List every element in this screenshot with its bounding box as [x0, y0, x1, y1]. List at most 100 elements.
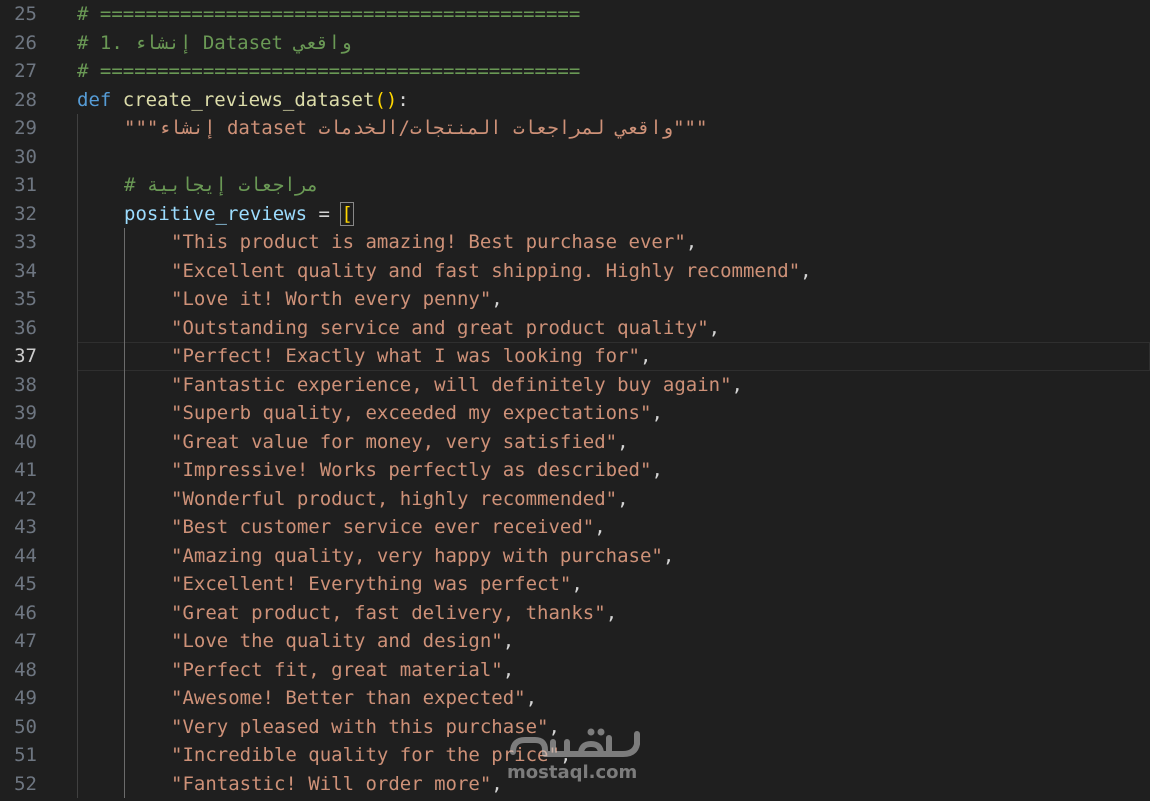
line-content[interactable]: # ======================================… [77, 57, 1150, 86]
code-line[interactable]: 38 "Fantastic experience, will definitely… [0, 370, 1150, 400]
indent-guide [77, 712, 78, 741]
code-line[interactable]: 46 "Great product, fast delivery, thanks"… [0, 598, 1150, 628]
code-line[interactable]: 43 "Best customer service ever received", [0, 513, 1150, 542]
line-content[interactable]: "Awesome! Better than expected", [77, 684, 1150, 713]
code-line[interactable]: 26 # 1. إنشاء Dataset واقعي [0, 29, 1150, 58]
token-string: "Very pleased with this purchase" [171, 715, 549, 738]
code-line[interactable]: 50 "Very pleased with this purchase", [0, 712, 1150, 741]
code-line[interactable]: 48 "Perfect fit, great material", [0, 655, 1150, 684]
line-content[interactable]: "Love it! Worth every penny", [77, 285, 1150, 314]
indent-guide [124, 399, 125, 428]
indent-guide [77, 741, 78, 770]
line-number: 31 [14, 174, 37, 196]
line-content[interactable]: "Best customer service ever received", [77, 513, 1150, 542]
code-text: # مراجعات إيجابية [124, 171, 318, 200]
line-content[interactable]: "Excellent quality and fast shipping. Hi… [77, 256, 1150, 285]
line-content[interactable]: "Incredible quality for the price", [77, 741, 1150, 770]
line-content[interactable]: # ======================================… [77, 0, 1150, 29]
line-content[interactable]: """إنشاء dataset واقعي لمراجعات المنتجات… [77, 114, 1150, 143]
line-content[interactable]: "Love the quality and design", [77, 627, 1150, 656]
code-text: "Fantastic experience, will definitely b… [171, 371, 743, 400]
token-string: "Awesome! Better than expected" [171, 687, 526, 709]
code-line[interactable]: 33 "This product is amazing! Best purchas… [0, 228, 1150, 257]
code-line[interactable]: 25 # ====================================… [0, 0, 1150, 29]
token-punct: , [800, 259, 812, 282]
line-content[interactable]: "Great product, fast delivery, thanks", [77, 598, 1150, 628]
code-text: "Outstanding service and great product q… [171, 314, 720, 343]
token-punct: , [617, 487, 629, 510]
code-line[interactable]: 45 "Excellent! Everything was perfect", [0, 570, 1150, 599]
line-number: 40 [14, 430, 37, 453]
line-content[interactable]: def create_reviews_dataset(): [77, 86, 1150, 115]
line-number: 26 [14, 31, 37, 54]
token-punct: , [708, 316, 721, 339]
line-content[interactable] [77, 142, 1150, 171]
token-comment: # ======================================… [77, 60, 581, 82]
code-line[interactable]: 27 # ====================================… [0, 57, 1150, 86]
line-content[interactable]: "Excellent! Everything was perfect", [77, 570, 1150, 599]
code-line[interactable]: 47 "Love the quality and design", [0, 627, 1150, 656]
line-content[interactable]: "Perfect fit, great material", [77, 655, 1150, 684]
code-text: "Perfect! Exactly what I was looking for… [171, 342, 651, 371]
code-line[interactable]: 28 def create_reviews_dataset(): [0, 86, 1150, 115]
indent-guide [77, 228, 78, 257]
token-punct: , [685, 231, 698, 253]
line-content[interactable]: "Fantastic experience, will definitely b… [77, 370, 1150, 400]
line-content[interactable]: "Fantastic! Will order more", [77, 769, 1150, 798]
indent-guide [77, 513, 78, 542]
code-line[interactable]: 40 "Great value for money, very satisfied… [0, 427, 1150, 456]
token-string: "Fantastic experience, will definitely b… [171, 373, 732, 396]
code-editor[interactable]: 25 # ====================================… [0, 0, 1150, 801]
indent-guide [124, 456, 125, 485]
code-line[interactable]: 39 "Superb quality, exceeded my expectati… [0, 399, 1150, 428]
token-punct: , [571, 573, 583, 595]
line-number: 44 [14, 544, 37, 567]
line-content[interactable]: "Outstanding service and great product q… [77, 313, 1150, 343]
indent-guide [124, 570, 125, 599]
line-content[interactable]: # مراجعات إيجابية [77, 171, 1150, 200]
line-content[interactable]: "Impressive! Works perfectly as describe… [77, 456, 1150, 485]
code-line[interactable]: 42 "Wonderful product, highly recommended… [0, 484, 1150, 513]
token-punct: , [559, 744, 572, 766]
code-line[interactable]: 30 [0, 142, 1150, 171]
indent-guide [77, 541, 78, 570]
line-content[interactable]: "This product is amazing! Best purchase … [77, 228, 1150, 257]
line-content[interactable]: "Amazing quality, very happy with purcha… [77, 541, 1150, 571]
token-punct: , [491, 772, 503, 795]
code-text: "Amazing quality, very happy with purcha… [171, 542, 674, 571]
code-line[interactable]: 49 "Awesome! Better than expected", [0, 684, 1150, 713]
code-text: # ======================================… [77, 0, 580, 29]
line-content[interactable]: positive_reviews = [ [77, 199, 1150, 228]
line-content[interactable]: "Superb quality, exceeded my expectation… [77, 399, 1150, 428]
code-line[interactable]: 29 """إنشاء dataset واقعي لمراجعات المنتج… [0, 114, 1150, 143]
code-line[interactable]: 41 "Impressive! Works perfectly as descri… [0, 456, 1150, 485]
code-text: "Love the quality and design", [171, 627, 514, 656]
code-line[interactable]: 36 "Outstanding service and great product… [0, 313, 1150, 343]
line-number: 30 [14, 145, 37, 168]
line-content[interactable]: # 1. إنشاء Dataset واقعي [77, 29, 1150, 58]
line-content[interactable]: "Very pleased with this purchase", [77, 712, 1150, 741]
code-line[interactable]: 31 # مراجعات إيجابية [0, 171, 1150, 200]
token-punct: , [548, 715, 560, 738]
line-content[interactable]: "Great value for money, very satisfied", [77, 427, 1150, 456]
token-comment: # ======================================… [77, 3, 581, 25]
code-line[interactable]: 52 "Fantastic! Will order more", [0, 769, 1150, 798]
indent-guide [77, 769, 78, 798]
line-number: 49 [14, 687, 37, 709]
code-text: "Awesome! Better than expected", [171, 684, 537, 713]
line-content[interactable]: "Perfect! Exactly what I was looking for… [77, 342, 1150, 371]
code-line[interactable]: 37 "Perfect! Exactly what I was looking f… [0, 342, 1150, 371]
indent-guide [124, 712, 125, 741]
line-content[interactable]: "Wonderful product, highly recommended", [77, 484, 1150, 513]
code-text: "Great product, fast delivery, thanks", [171, 599, 617, 628]
code-line[interactable]: 35 "Love it! Worth every penny", [0, 285, 1150, 314]
code-line[interactable]: 34 "Excellent quality and fast shipping. … [0, 256, 1150, 285]
code-line[interactable]: 44 "Amazing quality, very happy with purc… [0, 541, 1150, 571]
code-line[interactable]: 51 "Incredible quality for the price", [0, 741, 1150, 770]
token-keyword: def [77, 88, 112, 111]
indent-guide [124, 342, 125, 371]
code-text: """إنشاء dataset واقعي لمراجعات المنتجات… [124, 114, 707, 143]
code-text: "Impressive! Works perfectly as describe… [171, 456, 663, 485]
token-punct: , [640, 345, 652, 367]
code-line[interactable]: 32 positive_reviews = [ [0, 199, 1150, 228]
